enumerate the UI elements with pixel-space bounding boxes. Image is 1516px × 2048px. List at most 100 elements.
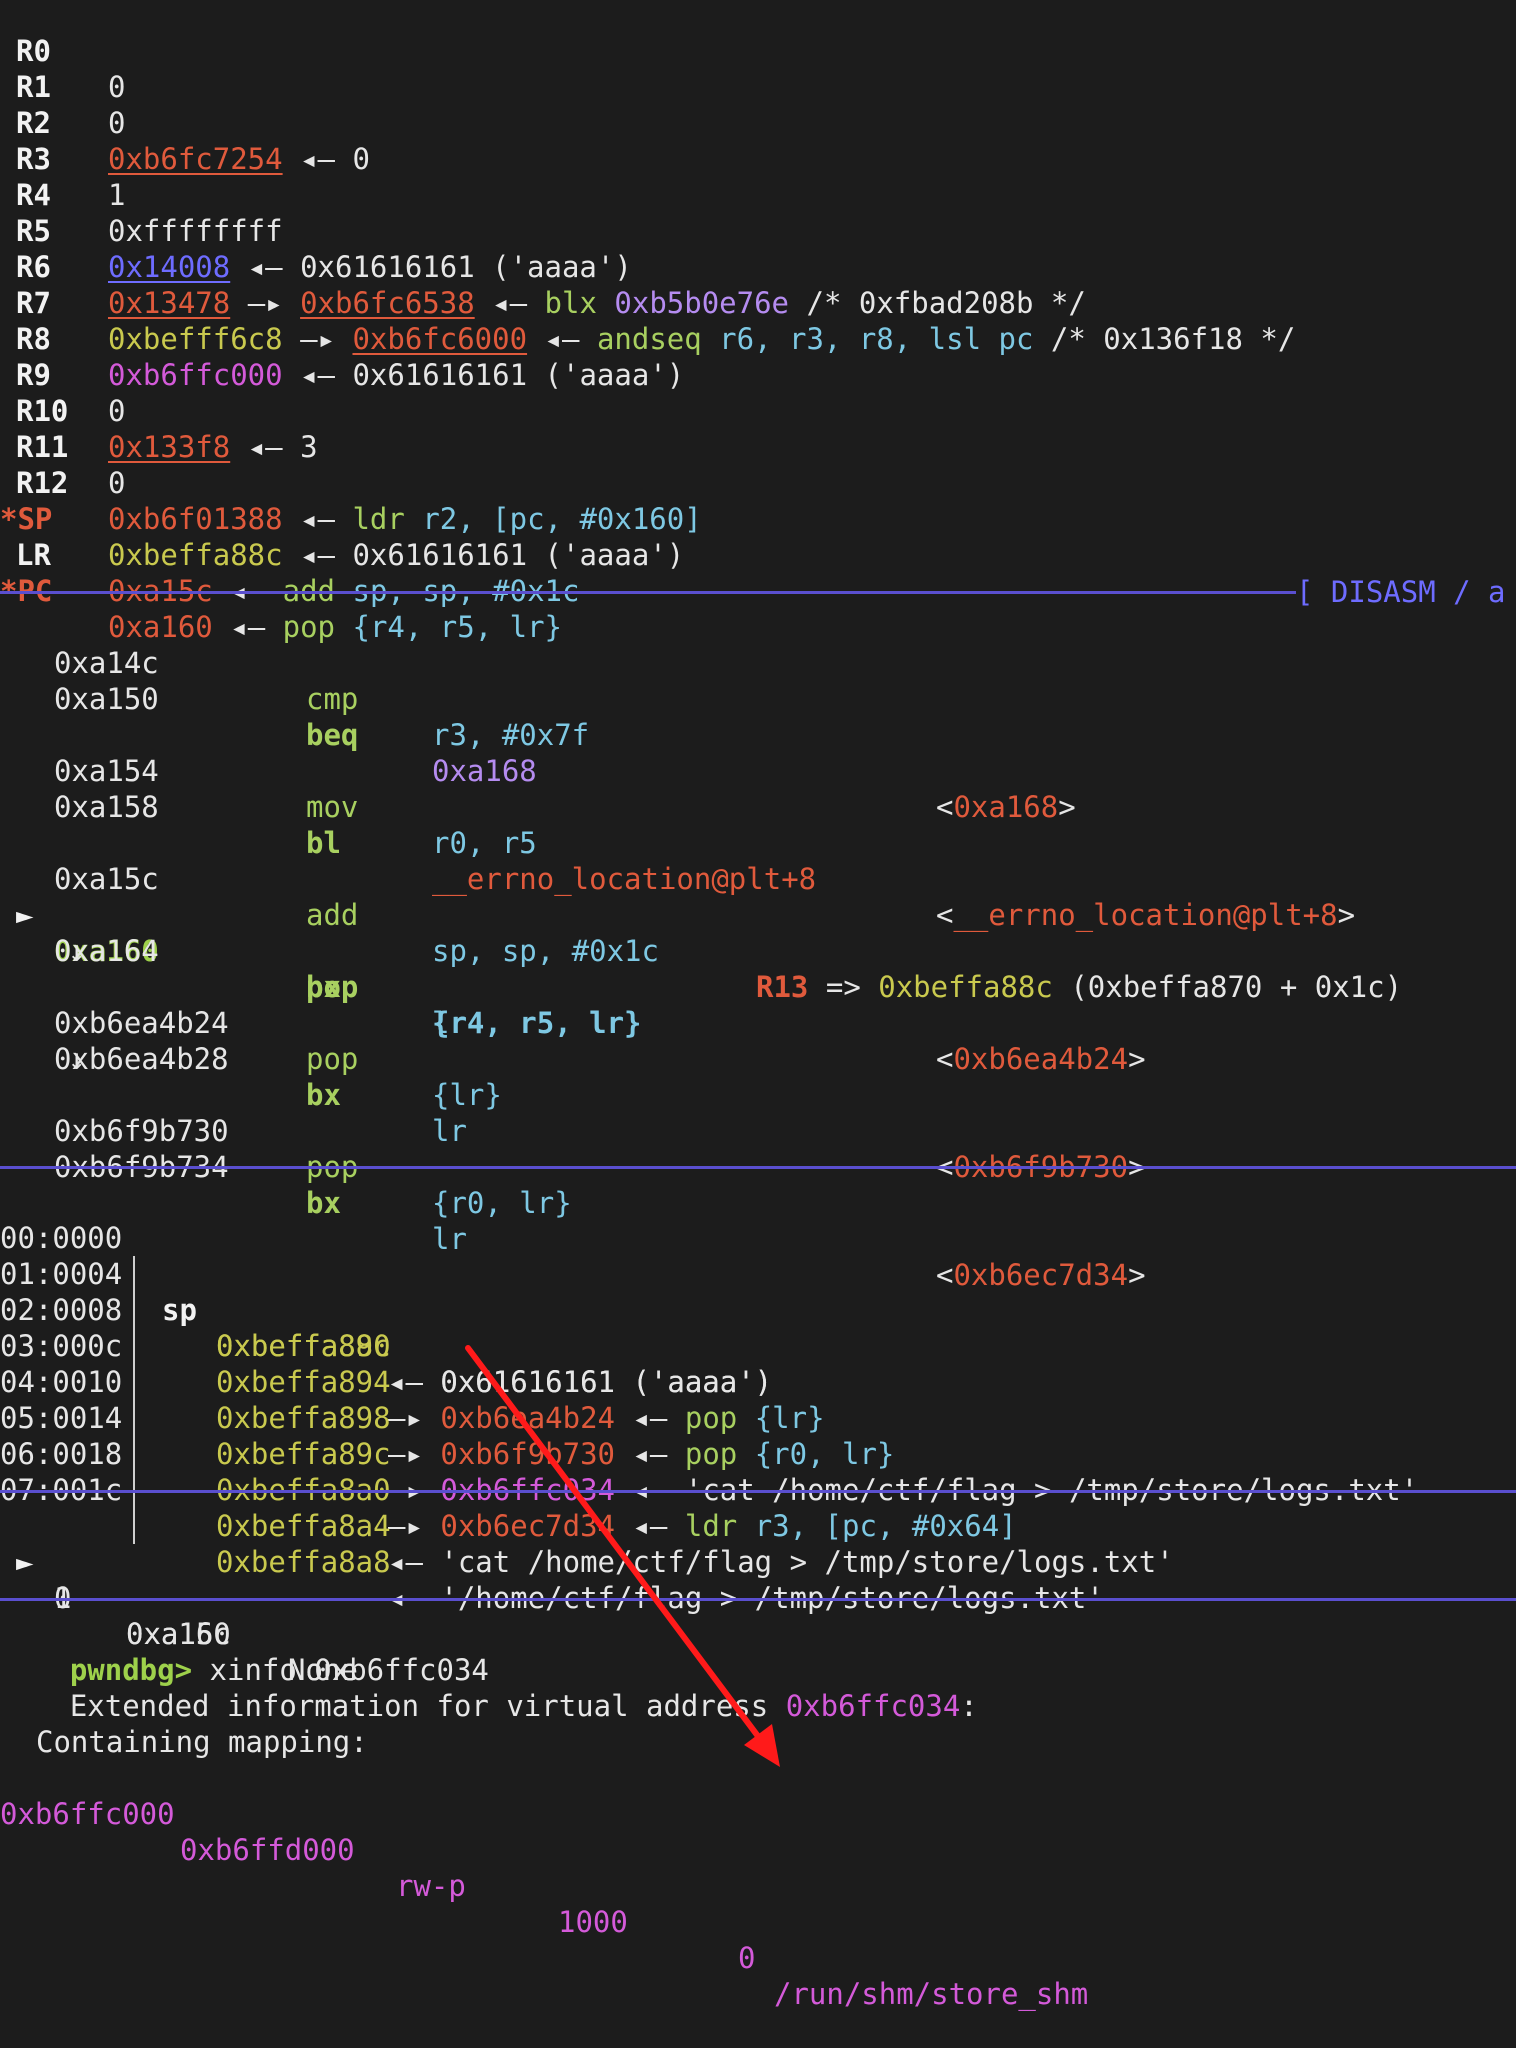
info-suffix: : — [960, 1689, 978, 1723]
map-path: /run/shm/store_shm — [774, 1977, 1089, 2011]
deref-arrow: ◂— — [247, 430, 283, 464]
register-row: R3 1 — [0, 105, 125, 212]
deref-arrow: ◂— — [492, 286, 528, 320]
stack-address[interactable]: 0xbeffa8a8 — [216, 1544, 391, 1580]
disasm-line-current[interactable]: ► 0xa160 pop {r4, r5, lr} — [0, 861, 642, 1040]
instruction-mnemonic: ldr — [684, 1509, 738, 1543]
register-address[interactable]: 0xb6fc7254 — [108, 142, 283, 176]
register-value: 0 — [108, 70, 126, 104]
disasm-line[interactable]: 0xa15c add sp, sp, #0x1c R13 => 0xbeffa8… — [0, 825, 1402, 1004]
instruction-comment: /* 0xfbad208b */ — [806, 286, 1086, 320]
deref-arrow: ◂— — [632, 1437, 668, 1471]
map-offset: 0 — [738, 1941, 756, 1975]
stack-address[interactable]: 0xbeffa8a4 — [216, 1508, 391, 1544]
register-address[interactable]: 0x133f8 — [108, 430, 230, 464]
instruction-address: 0xb6f9b730 — [54, 1114, 229, 1148]
register-address-2[interactable]: 0xb6fc6000 — [352, 322, 527, 356]
section-separator — [0, 1490, 1516, 1493]
register-address[interactable]: 0xb6f01388 — [108, 502, 283, 536]
branch-target[interactable]: 0xb6ec7d34 — [953, 1258, 1128, 1292]
register-value: 0xffffffff — [108, 214, 283, 248]
register-address[interactable]: 0xb6ffc000 — [108, 358, 283, 392]
register-address[interactable]: 0xa160 — [108, 610, 213, 644]
instruction-operand: {lr} — [754, 1401, 825, 1435]
instruction-address: 0xa150 — [54, 682, 159, 716]
pointer-address[interactable]: 0xb6f9b730 — [440, 1437, 615, 1471]
branch-target[interactable]: __errno_location@plt+8 — [953, 898, 1337, 932]
disasm-line[interactable]: 0xb6ea4b24 pop {lr} — [0, 969, 502, 1112]
mapping-row: 0xb6ffc000 0xb6ffd000 rw-p 1000 0 /run/s… — [0, 1760, 1088, 2011]
stack-row: 00:0000 sp 0xbeffa88c ◂— 0x61616161 ('aa… — [0, 1184, 772, 1399]
disasm-line[interactable]: 0xa154 mov r0, r5 — [0, 717, 537, 860]
branch-target[interactable]: 0xa168 — [953, 790, 1058, 824]
backtrace-frame[interactable]: ► 0 0xa160 None — [0, 1508, 358, 1687]
deref-arrow: —▸ — [388, 1509, 423, 1543]
register-row: R9 0 — [0, 321, 125, 428]
deref-arrow: ◂— — [632, 1509, 668, 1543]
register-row: *PC 0xa160 ◂— pop {r4, r5, lr} — [0, 537, 562, 644]
deref-arrow: ◂— — [300, 358, 335, 392]
stack-row: 05:0014 0xbeffa8a0 —▸ 0xb6ec7d34 ◂— ldr … — [0, 1364, 1017, 1543]
instruction-comment: /* 0x136f18 */ — [1050, 322, 1296, 356]
register-address[interactable]: 0xbeffa88c — [108, 538, 283, 572]
output-line: Extended information for virtual address… — [0, 1652, 978, 1723]
register-target: 3 — [300, 430, 318, 464]
branch-target[interactable]: 0xb6ea4b24 — [953, 1042, 1128, 1076]
register-value: 1 — [108, 178, 126, 212]
disasm-line[interactable]: 0xb6ea4b28 bx lr <0xb6f9b730> — [0, 1005, 1146, 1184]
register-address[interactable]: 0xbefff6c8 — [108, 322, 283, 356]
instruction-mnemonic: bx — [306, 1186, 341, 1220]
register-target: 0x61616161 ('aaaa') — [352, 358, 685, 392]
column-divider — [133, 1364, 135, 1400]
instruction-mnemonic: bx — [306, 1078, 341, 1112]
register-value: 0 — [108, 394, 126, 428]
pointer-address[interactable]: 0xb6ec7d34 — [440, 1509, 615, 1543]
disasm-line[interactable]: 0xa14c cmp r3, #0x7f — [0, 609, 589, 752]
disasm-line[interactable]: 0xb6f9b730 pop {r0, lr} — [0, 1077, 572, 1220]
column-divider — [133, 1256, 135, 1292]
deref-arrow: —▸ — [247, 286, 283, 320]
instruction-operand: r3, #0x7f — [432, 718, 590, 752]
pointer-address[interactable]: 0xb6ea4b24 — [440, 1401, 615, 1435]
instruction-operand: lr — [432, 1114, 467, 1148]
instruction-mnemonic: ldr — [352, 502, 405, 536]
stack-address[interactable]: 0xbeffa890 — [216, 1328, 391, 1364]
register-row: R5 0x14008 ◂— 0x61616161 ('aaaa') — [0, 177, 632, 284]
section-separator — [0, 591, 1296, 594]
disasm-line[interactable]: 0xa158 bl __errno_location@plt+8 <__errn… — [0, 753, 1355, 932]
instruction-operand: lr — [432, 1222, 467, 1256]
stack-address[interactable]: 0xbeffa894 — [216, 1364, 391, 1400]
register-address-2[interactable]: 0xb6fc6538 — [300, 286, 475, 320]
instruction-mnemonic: cmp — [306, 682, 359, 716]
instruction-mnemonic: beq — [306, 718, 359, 752]
register-address[interactable]: 0x13478 — [108, 286, 230, 320]
register-value: 0 — [108, 106, 126, 140]
instruction-operand: {r0, lr} — [432, 1186, 572, 1220]
deref-arrow: —▸ — [388, 1401, 423, 1435]
instruction-mnemonic: add — [306, 898, 359, 932]
stack-address[interactable]: 0xbeffa898 — [216, 1400, 391, 1436]
stack-row: 07:001c 0xbeffa8a8 ◂— '/home/ctf/flag > … — [0, 1436, 1104, 1615]
instruction-operand: r0, r5 — [432, 826, 537, 860]
deref-arrow: ◂— — [544, 322, 580, 356]
command-line[interactable]: pwndbg> xinfo 0xb6ffc034 — [0, 1616, 489, 1687]
annotation-arrow-head — [744, 1724, 780, 1767]
register-row: LR 0xa15c ◂— add sp, sp, #0x1c — [0, 501, 579, 608]
register-address[interactable]: 0xbeffa88c — [878, 970, 1053, 1004]
info-address: 0xb6ffc034 — [785, 1689, 961, 1723]
instruction-operand: r6, r3, r8, lsl pc — [719, 322, 1034, 356]
disasm-line[interactable]: 0xa164 bx lr <0xb6ea4b24> — [0, 897, 1146, 1076]
backtrace-frame[interactable]: 1 0xa15c None — [0, 1544, 358, 1687]
mapping-label: Containing mapping: — [36, 1725, 368, 1759]
disasm-line[interactable]: 0xb6f9b734 bx lr <0xb6ec7d34> — [0, 1113, 1146, 1292]
register-address[interactable]: 0x14008 — [108, 250, 230, 284]
deref-arrow: ◂— — [230, 610, 266, 644]
instruction-mnemonic: blx — [544, 286, 597, 320]
down-arrow-icon: ↓ — [68, 1042, 86, 1076]
stack-address[interactable]: 0xbeffa89c — [216, 1436, 391, 1472]
map-end: 0xb6ffd000 — [180, 1833, 355, 1867]
disasm-section-header: [ DISASM / a — [1296, 575, 1506, 609]
string-value: 'cat /home/ctf/flag > /tmp/store/logs.tx… — [440, 1545, 1174, 1579]
disasm-line[interactable]: 0xa150 beq 0xa168 <0xa168> — [0, 645, 1076, 824]
register-row: R2 0xb6fc7254 ◂— 0 — [0, 69, 370, 176]
